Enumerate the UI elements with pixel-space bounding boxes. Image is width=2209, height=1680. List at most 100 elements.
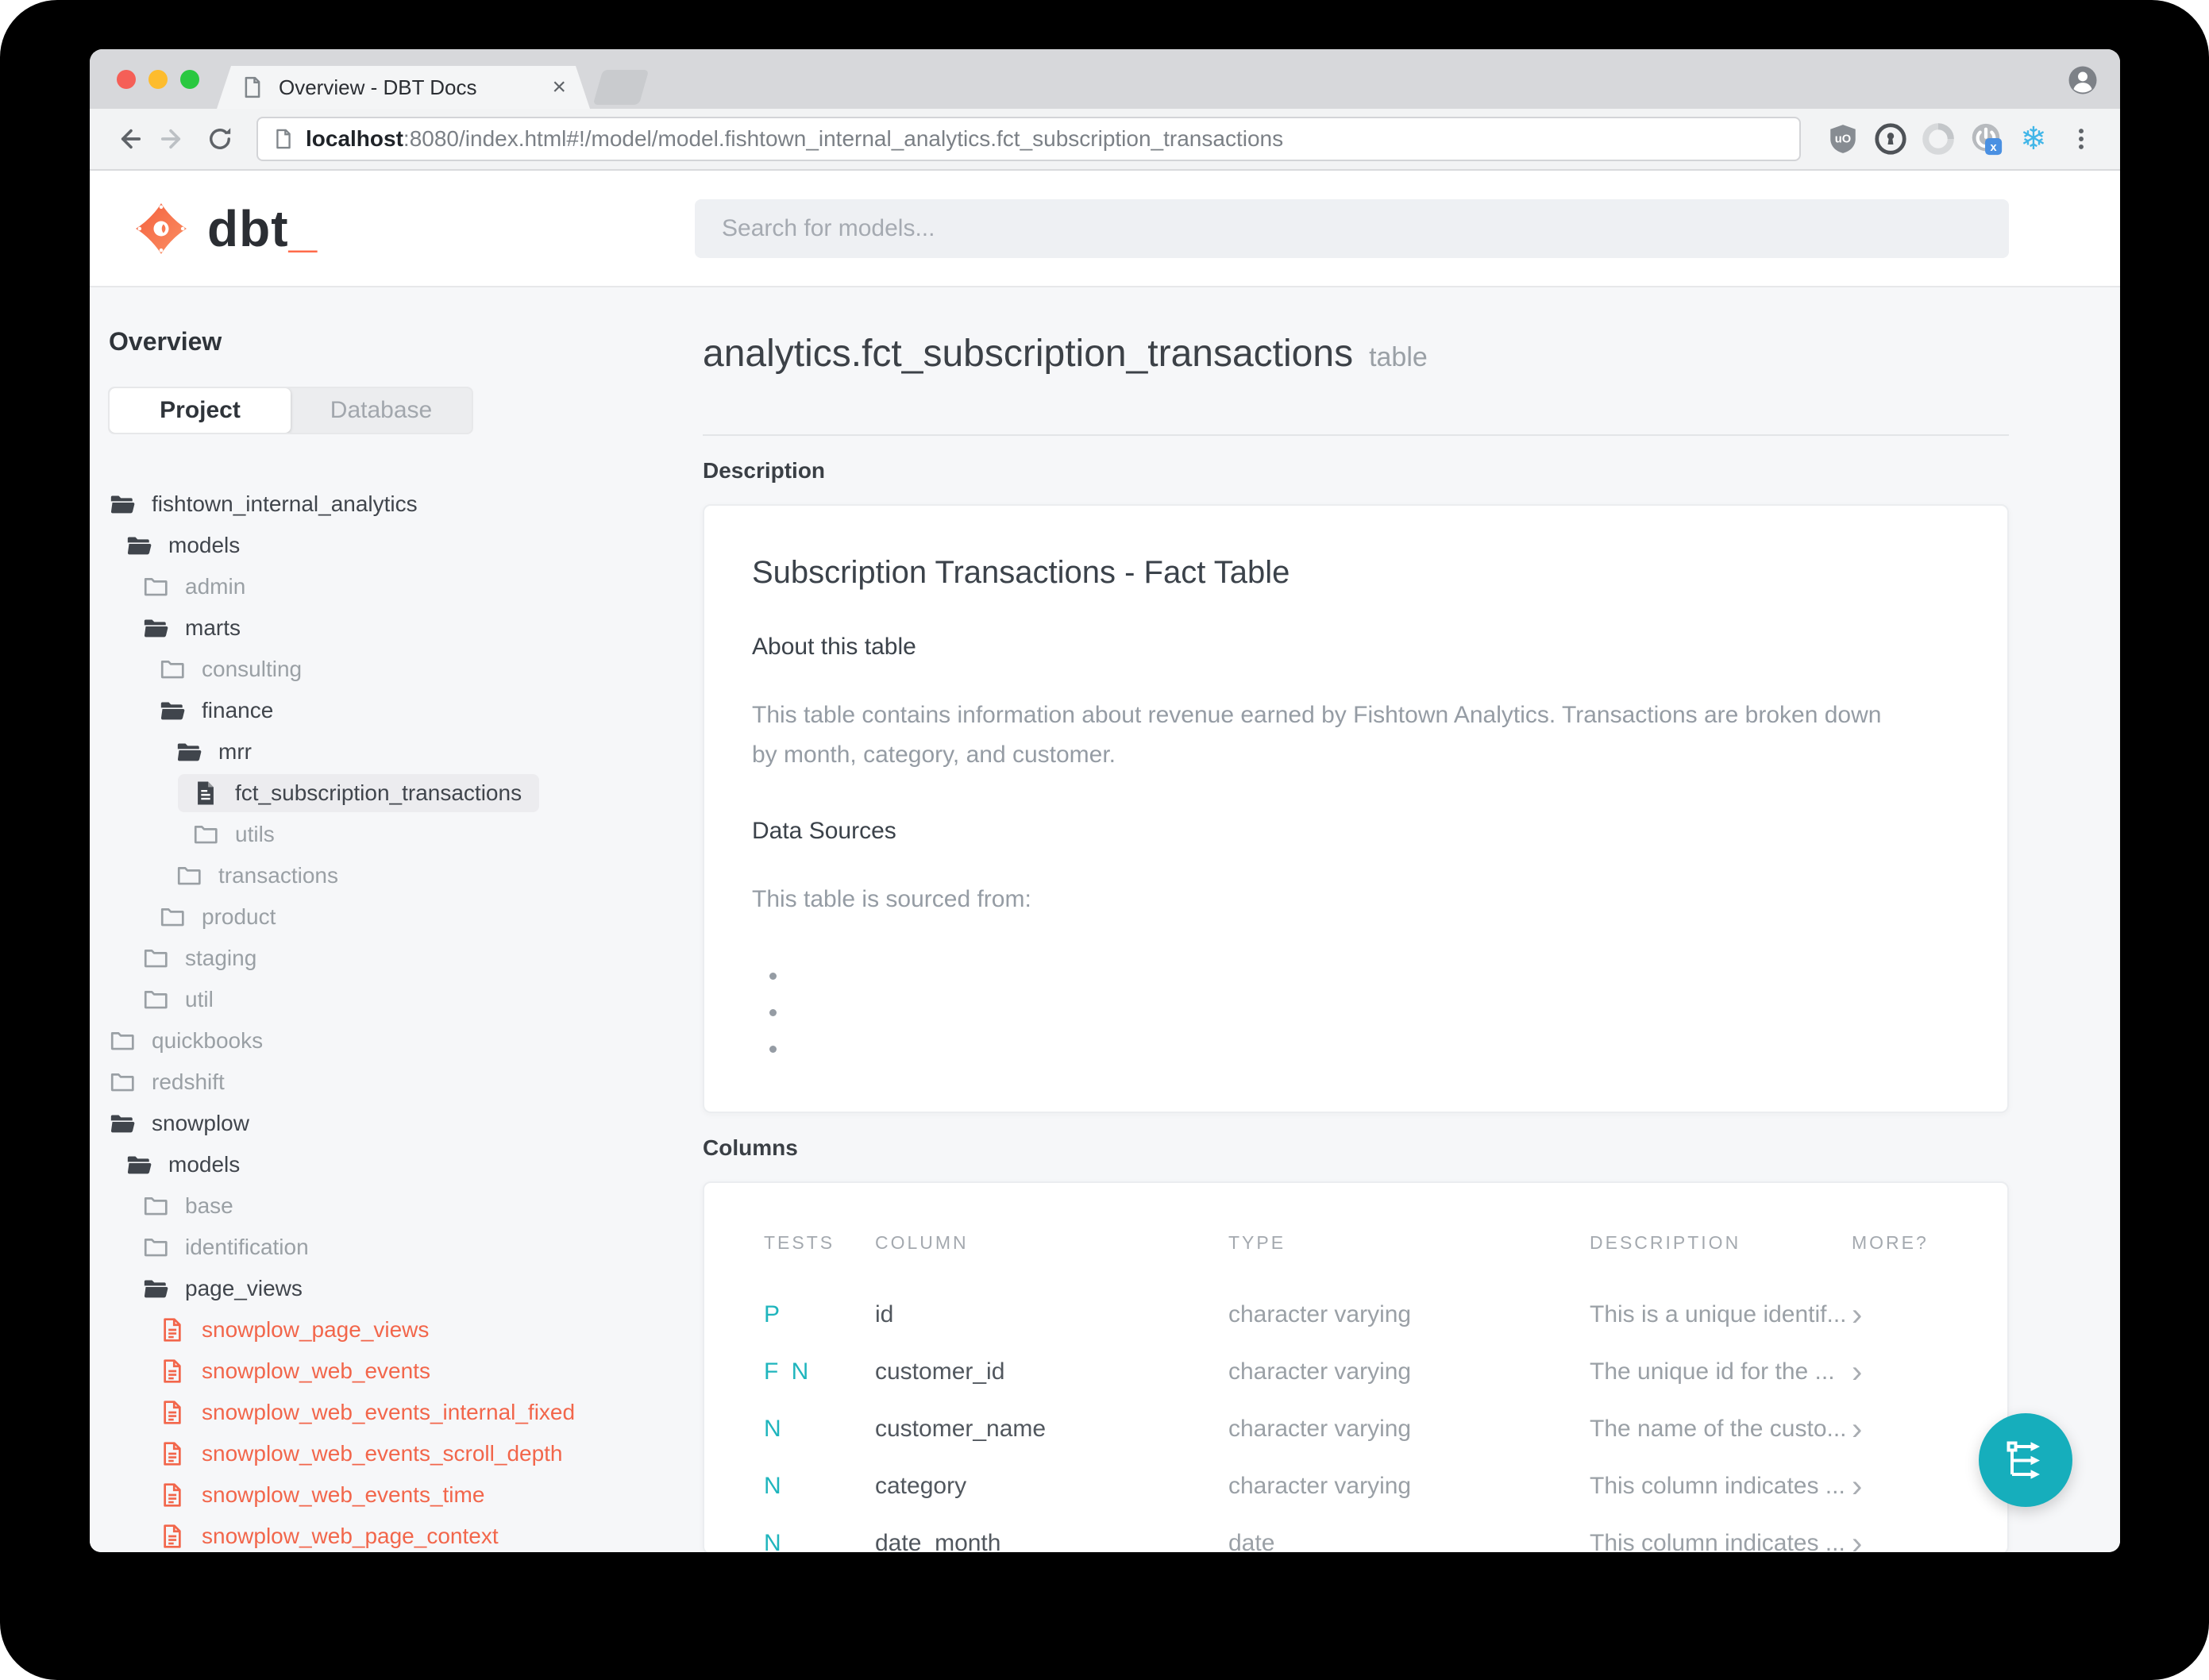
profile-avatar-icon[interactable] [2066,64,2099,101]
tree-item-label: product [202,904,276,929]
tree-item-icon [125,1151,152,1178]
screenshot-stage: Overview - DBT Docs × localhost:8080/ind… [0,0,2209,1680]
tree-item-icon [159,697,186,724]
tree-item-icon [142,573,169,600]
tree-item-label: redshift [152,1069,225,1094]
column-type: character varying [1228,1301,1412,1327]
svg-text:x: x [1991,141,1997,154]
tree-item-icon [159,1523,186,1550]
column-description: This is a unique identif... [1590,1301,1847,1327]
tests-badges: N [764,1530,785,1552]
lineage-graph-fab[interactable] [1979,1413,2072,1507]
column-name: id [875,1301,894,1327]
tree-item[interactable]: fct_subscription_transactions [90,773,695,814]
expand-chevron-icon[interactable]: › [1852,1458,1960,1515]
tree-item[interactable]: base [90,1185,695,1227]
divider [703,434,2009,436]
column-name: category [875,1473,967,1499]
zoom-window-button[interactable] [180,69,199,89]
about-text: This table contains information about re… [752,702,1882,768]
tree-item-label: admin [185,574,246,599]
tree-item[interactable]: page_views [90,1268,695,1309]
address-bar[interactable]: localhost:8080/index.html#!/model/model.… [256,117,1801,161]
tab-title: Overview - DBT Docs [279,75,477,99]
loop-icon[interactable] [1917,118,1960,160]
tree-item-icon [192,780,219,807]
ublock-icon[interactable]: uO [1822,118,1864,160]
tree-item-label: snowplow_web_events_time [202,1482,485,1507]
tests-badges: N [764,1416,785,1442]
back-button[interactable] [107,118,148,160]
tree-item[interactable]: staging [90,938,695,979]
tree-item[interactable]: models [90,1144,695,1185]
tree-item[interactable]: snowplow_web_page_context [90,1516,695,1552]
tree-item[interactable]: marts [90,607,695,649]
tree-item[interactable]: snowplow [90,1103,695,1144]
page-icon [272,128,295,150]
tree-item-icon [109,1069,136,1096]
tab-close-icon[interactable]: × [552,75,566,99]
tree-item[interactable]: finance [90,690,695,731]
tree-item[interactable]: consulting [90,649,695,690]
tree-item-label: page_views [185,1276,303,1300]
tree-item-label: quickbooks [152,1028,264,1053]
power-x-icon[interactable]: x [1964,118,2007,160]
browser-tab[interactable]: Overview - DBT Docs × [217,66,590,109]
tree-item-icon [175,738,202,765]
tree-item-icon [159,1316,186,1343]
content-area: Overview Project Database fishtown_inter… [90,287,2120,1552]
tree-item[interactable]: snowplow_web_events_scroll_depth [90,1433,695,1474]
browser-tabstrip: Overview - DBT Docs × [90,49,2120,109]
tree-item[interactable]: snowplow_page_views [90,1309,695,1351]
tree-item[interactable]: transactions [90,855,695,896]
expand-chevron-icon[interactable]: › [1852,1401,1960,1458]
tree-item-icon [159,904,186,931]
tree-item-icon [142,1193,169,1220]
tree-item[interactable]: mrr [90,731,695,773]
column-description: This column indicates ... [1590,1473,1845,1499]
tree-item[interactable]: quickbooks [90,1020,695,1062]
forward-button[interactable] [153,118,195,160]
columns-section-heading: Columns [703,1135,798,1160]
menu-kebab-icon[interactable] [2060,118,2103,160]
tree-item[interactable]: snowplow_web_events [90,1351,695,1392]
column-type: character varying [1228,1473,1412,1499]
tree-item[interactable]: admin [90,566,695,607]
tree-item[interactable]: util [90,979,695,1020]
page-title: analytics.fct_subscription_transactions [703,333,1354,375]
onepassword-icon[interactable] [1869,118,1912,160]
tree-item[interactable]: fishtown_internal_analytics [90,484,695,525]
tree-item-label: base [185,1193,233,1218]
tab-project[interactable]: Project [110,388,291,433]
close-window-button[interactable] [117,69,136,89]
tab-database[interactable]: Database [291,388,472,433]
browser-toolbar: localhost:8080/index.html#!/model/model.… [90,109,2120,171]
source-item [788,994,1960,1031]
tree-item-label: models [168,533,241,557]
expand-chevron-icon[interactable]: › [1852,1286,1960,1343]
tree-item-label: snowplow_web_events_scroll_depth [202,1441,563,1466]
expand-chevron-icon[interactable]: › [1852,1343,1960,1401]
tree-item-label: transactions [218,863,338,888]
reload-button[interactable] [199,118,241,160]
tree-item[interactable]: models [90,525,695,566]
minimize-window-button[interactable] [148,69,168,89]
snowflake-icon[interactable]: ❄ [2012,118,2055,160]
tree-item-label: models [168,1152,241,1177]
expand-chevron-icon[interactable]: › [1852,1515,1960,1553]
tree-item[interactable]: redshift [90,1062,695,1103]
tree-item-label: utils [235,822,275,846]
tree-item-label: snowplow [152,1111,249,1135]
tree-item[interactable]: identification [90,1227,695,1268]
new-tab-button[interactable] [592,70,650,105]
tree-item[interactable]: utils [90,814,695,855]
description-section-heading: Description [703,458,826,483]
column-description: The unique id for the ... [1590,1358,1835,1385]
description-card: Subscription Transactions - Fact Table A… [703,504,2009,1113]
tree-item[interactable]: snowplow_web_events_time [90,1474,695,1516]
dbt-logo[interactable]: dbt_ [90,199,695,258]
search-input[interactable] [695,198,2009,258]
tree-item[interactable]: snowplow_web_events_internal_fixed [90,1392,695,1433]
tree-item-icon [142,1275,169,1302]
tree-item[interactable]: product [90,896,695,938]
